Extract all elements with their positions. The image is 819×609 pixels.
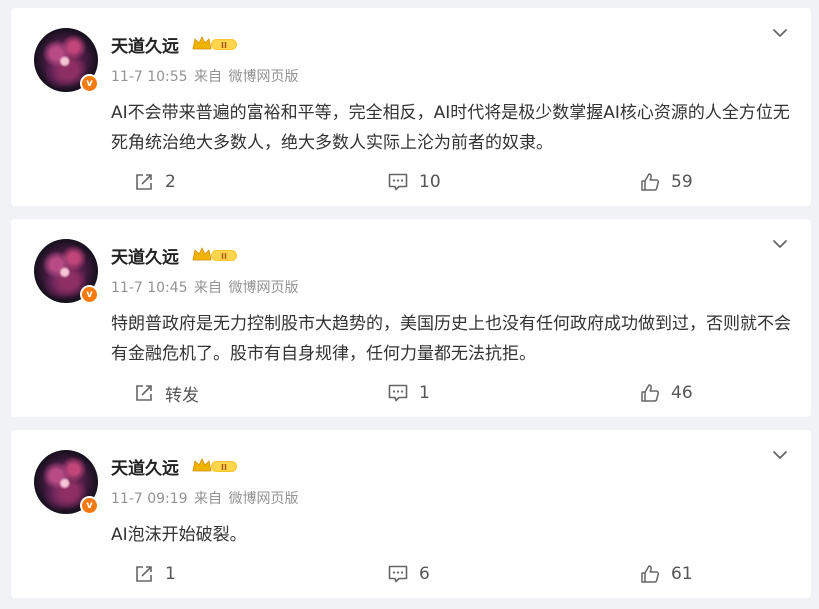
share-icon [136,566,152,582]
like-icon [641,565,660,583]
source-prefix: 来自 [194,491,223,507]
svg-text:II: II [221,463,227,472]
post-actions: 2 10 59 [11,168,811,196]
like-count: 59 [671,172,693,192]
post-card: v 天道久远 II 11-7 09:19 来自 微博网页版 AI泡沫开始破裂。 … [11,430,811,598]
post-actions: 转发 1 46 [11,379,811,407]
post-meta: 11-7 10:45 来自 微博网页版 [111,277,298,297]
post-time[interactable]: 11-7 10:45 [111,280,188,296]
crown-level-badge-icon[interactable]: II [191,34,239,54]
crown-level-badge-icon[interactable]: II [191,456,239,476]
svg-text:II: II [221,41,227,50]
comment-count: 1 [419,383,430,403]
share-button[interactable]: 转发 [133,379,199,407]
post-card: v 天道久远 II 11-7 10:55 来自 微博网页版 AI不会带来普遍的富… [11,8,811,206]
post-source: 微博网页版 [228,491,299,507]
chevron-down-icon[interactable] [771,24,789,42]
post-source: 微博网页版 [228,69,299,85]
share-label: 转发 [165,385,199,406]
like-count: 46 [671,383,693,403]
comment-button[interactable]: 1 [387,379,430,407]
share-button[interactable]: 1 [133,560,176,588]
avatar[interactable]: v [34,450,99,515]
share-count: 1 [165,564,176,584]
verified-badge: v [80,496,99,515]
like-icon [641,173,660,191]
verified-badge: v [80,285,99,304]
avatar[interactable]: v [34,239,99,304]
comment-icon [388,565,408,583]
post-meta: 11-7 10:55 来自 微博网页版 [111,66,298,86]
post-card: v 天道久远 II 11-7 10:45 来自 微博网页版 特朗普政府是无力控制… [11,219,811,417]
username[interactable]: 天道久远 [111,32,179,57]
share-icon [136,174,152,190]
chevron-down-icon[interactable] [771,446,789,464]
chevron-down-icon[interactable] [771,235,789,253]
svg-text:II: II [221,252,227,261]
post-meta: 11-7 09:19 来自 微博网页版 [111,488,298,508]
like-button[interactable]: 61 [639,560,693,588]
like-button[interactable]: 59 [639,168,693,196]
weibo-feed: v 天道久远 II 11-7 10:55 来自 微博网页版 AI不会带来普遍的富… [0,0,819,609]
source-prefix: 来自 [194,69,223,85]
like-button[interactable]: 46 [639,379,693,407]
username[interactable]: 天道久远 [111,243,179,268]
comment-count: 6 [419,564,430,584]
share-icon [136,385,152,401]
like-icon [641,384,660,402]
verified-badge: v [80,74,99,93]
post-actions: 1 6 61 [11,560,811,588]
source-prefix: 来自 [194,280,223,296]
post-time[interactable]: 11-7 10:55 [111,69,188,85]
avatar[interactable]: v [34,28,99,93]
post-text: AI泡沫开始破裂。 [111,525,247,545]
post-time[interactable]: 11-7 09:19 [111,491,188,507]
comment-button[interactable]: 10 [387,168,441,196]
comment-button[interactable]: 6 [387,560,430,588]
share-button[interactable]: 2 [133,168,176,196]
share-count: 2 [165,172,176,192]
username[interactable]: 天道久远 [111,454,179,479]
post-text: 特朗普政府是无力控制股市大趋势的，美国历史上也没有任何政府成功做到过，否则就不会… [111,314,791,364]
like-count: 61 [671,564,693,584]
comment-count: 10 [419,172,441,192]
comment-icon [388,173,408,191]
crown-level-badge-icon[interactable]: II [191,245,239,265]
post-source: 微博网页版 [228,280,299,296]
comment-icon [388,384,408,402]
post-text: AI不会带来普遍的富裕和平等，完全相反，AI时代将是极少数掌握AI核心资源的人全… [111,103,790,153]
